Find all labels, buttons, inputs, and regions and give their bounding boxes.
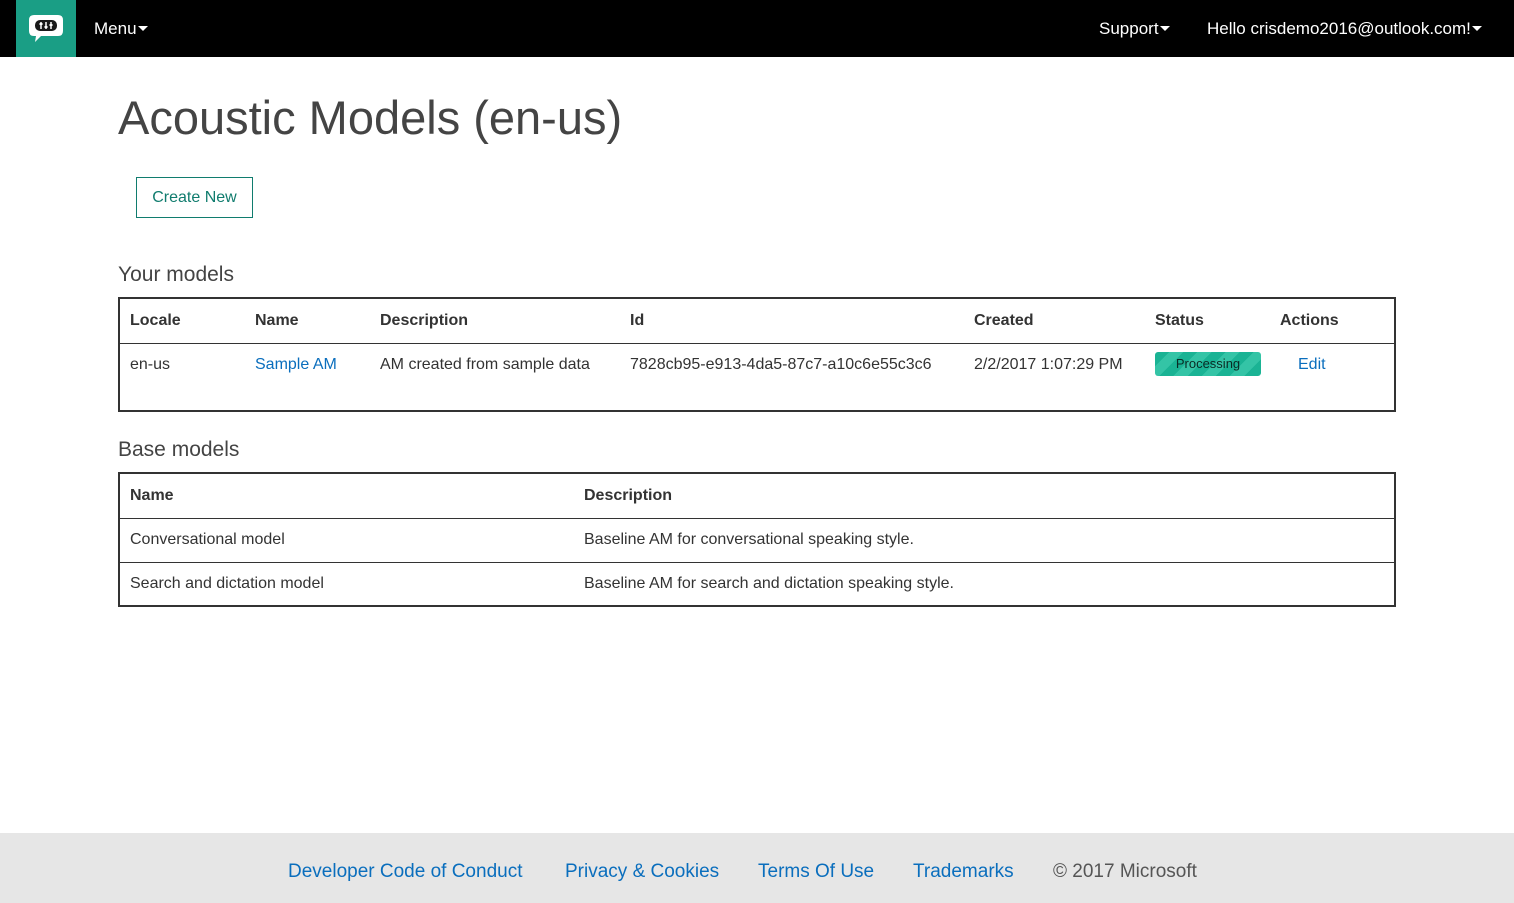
model-id: 7828cb95-e913-4da5-87c7-a10c6e55c3c6 (630, 356, 932, 373)
table-header-row: Name Description (120, 474, 1394, 518)
caret-down-icon (1159, 26, 1170, 32)
model-created: 2/2/2017 1:07:29 PM (974, 356, 1123, 373)
your-models-table: Locale Name Description Id Created Statu… (118, 297, 1396, 412)
nav-user-dropdown[interactable]: Hello crisdemo2016@outlook.com! (1207, 0, 1482, 57)
table-row: en-us Sample AM AM created from sample d… (120, 344, 1394, 411)
base-model-name: Conversational model (130, 531, 285, 548)
app-logo[interactable] (16, 0, 76, 57)
your-models-heading: Your models (118, 263, 234, 286)
nav-support-dropdown[interactable]: Support (1099, 0, 1170, 57)
column-header-id: Id (630, 312, 645, 329)
speech-bubble-mixer-icon (29, 14, 63, 42)
nav-user-greeting: Hello crisdemo2016@outlook.com! (1207, 19, 1471, 38)
base-model-description: Baseline AM for conversational speaking … (584, 531, 914, 548)
column-header-actions: Actions (1280, 312, 1339, 329)
status-badge: Processing (1155, 352, 1261, 376)
column-header-created: Created (974, 312, 1034, 329)
column-header-description: Description (584, 487, 673, 504)
nav-support-label: Support (1099, 19, 1159, 38)
footer-link-terms-of-use[interactable]: Terms Of Use (758, 833, 874, 903)
footer: Developer Code of Conduct Privacy & Cook… (0, 833, 1514, 903)
column-header-locale: Locale (130, 312, 181, 329)
nav-menu-label: Menu (94, 19, 137, 38)
status-cell: Processing (1155, 352, 1261, 376)
caret-down-icon (1471, 26, 1482, 32)
table-header-row: Locale Name Description Id Created Statu… (120, 299, 1394, 343)
base-model-name: Search and dictation model (130, 575, 324, 592)
footer-copyright: © 2017 Microsoft (1053, 861, 1197, 882)
model-name-link[interactable]: Sample AM (255, 356, 337, 374)
base-models-table: Name Description Conversational model Ba… (118, 472, 1396, 607)
caret-down-icon (137, 26, 148, 32)
base-models-heading: Base models (118, 438, 240, 461)
column-header-name: Name (130, 487, 174, 504)
table-row: Search and dictation model Baseline AM f… (120, 563, 1394, 606)
nav-menu-dropdown[interactable]: Menu (94, 0, 148, 57)
model-description: AM created from sample data (380, 356, 590, 373)
table-row: Conversational model Baseline AM for con… (120, 519, 1394, 562)
create-new-button[interactable]: Create New (136, 177, 253, 218)
top-navbar: Menu Support Hello crisdemo2016@outlook.… (0, 0, 1514, 57)
column-header-status: Status (1155, 312, 1204, 329)
model-locale: en-us (130, 356, 171, 373)
column-header-name: Name (255, 312, 299, 329)
footer-link-trademarks[interactable]: Trademarks (913, 833, 1014, 903)
footer-link-developer-code-of-conduct[interactable]: Developer Code of Conduct (288, 833, 522, 903)
base-model-description: Baseline AM for search and dictation spe… (584, 575, 954, 592)
page-title: Acoustic Models (en-us) (118, 91, 623, 144)
footer-link-privacy-cookies[interactable]: Privacy & Cookies (565, 833, 719, 903)
edit-link[interactable]: Edit (1298, 356, 1326, 374)
column-header-description: Description (380, 312, 469, 329)
